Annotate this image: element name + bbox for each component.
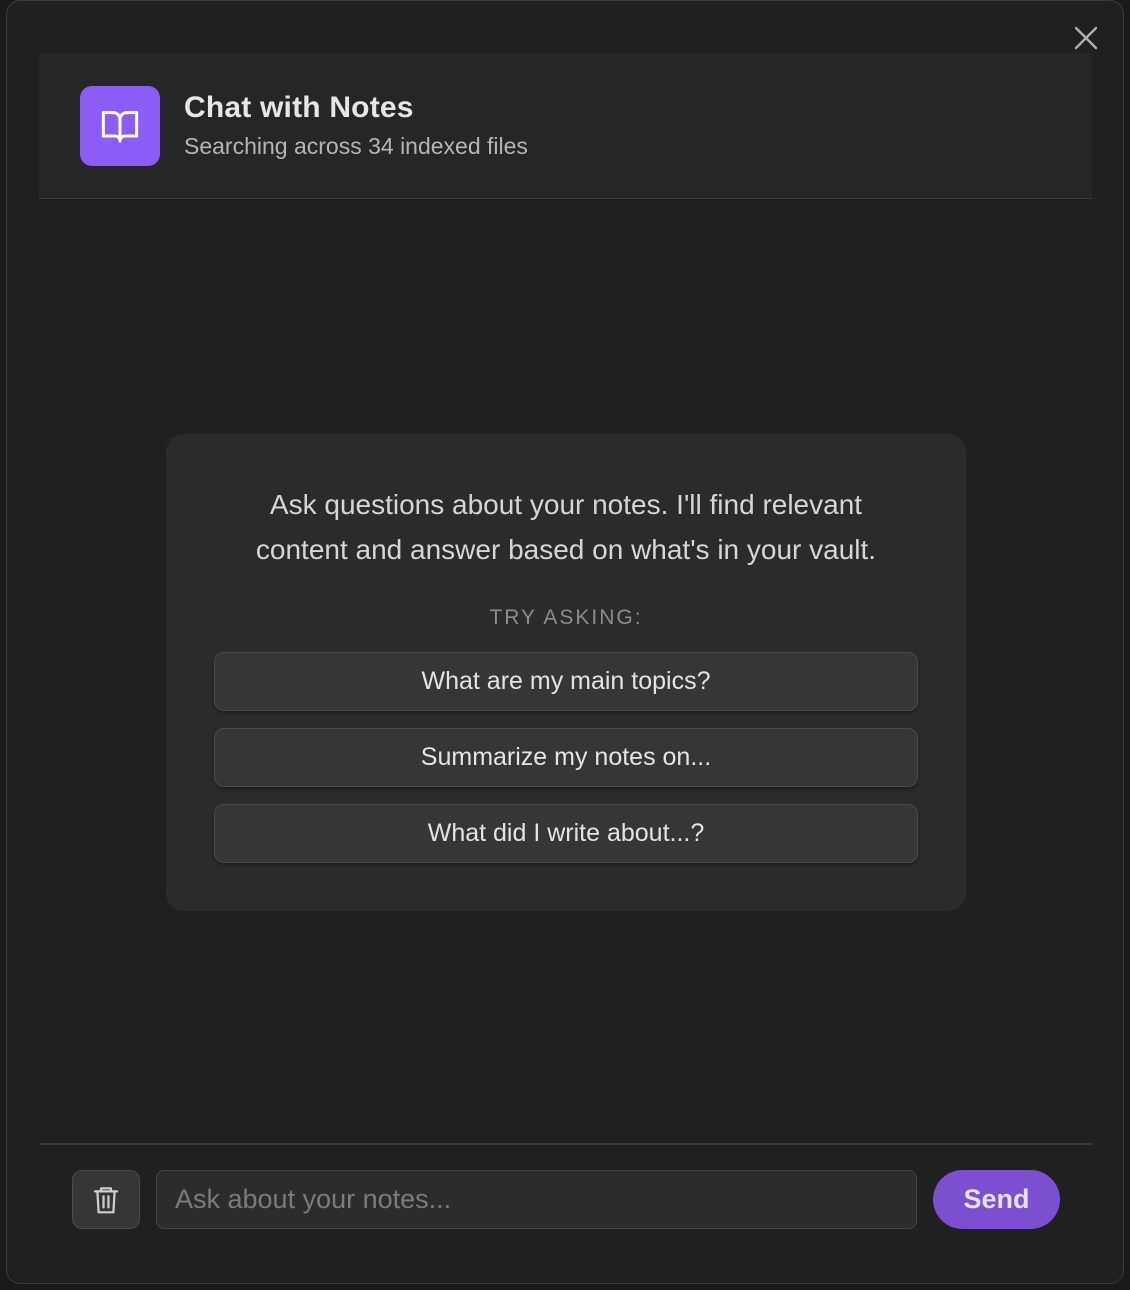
- intro-line-2: content and answer based on what's in yo…: [255, 534, 877, 565]
- header-subtitle: Searching across 34 indexed files: [184, 133, 528, 159]
- chat-header: Chat with Notes Searching across 34 inde…: [39, 53, 1092, 199]
- chat-modal: Chat with Notes Searching across 34 inde…: [6, 0, 1124, 1284]
- header-title: Chat with Notes: [184, 91, 414, 124]
- intro-text: Ask questions about your notes. I'll fin…: [166, 482, 966, 572]
- empty-state-card: Ask questions about your notes. I'll fin…: [166, 434, 966, 911]
- chat-input[interactable]: [156, 1170, 917, 1229]
- suggestion-button[interactable]: Summarize my notes on...: [214, 728, 918, 787]
- header-logo: [80, 86, 160, 166]
- send-button[interactable]: Send: [933, 1170, 1060, 1229]
- trash-icon: [93, 1186, 119, 1213]
- clear-chat-button[interactable]: [72, 1170, 140, 1229]
- intro-line-1: Ask questions about your notes. I'll fin…: [269, 489, 863, 520]
- close-icon: [1074, 26, 1098, 50]
- try-asking-label: TRY ASKING:: [489, 606, 643, 629]
- footer-divider: [39, 1143, 1092, 1145]
- suggestion-button[interactable]: What did I write about...?: [214, 804, 918, 863]
- suggestion-button[interactable]: What are my main topics?: [214, 652, 918, 711]
- close-button[interactable]: [1069, 21, 1103, 55]
- book-open-icon: [101, 111, 139, 143]
